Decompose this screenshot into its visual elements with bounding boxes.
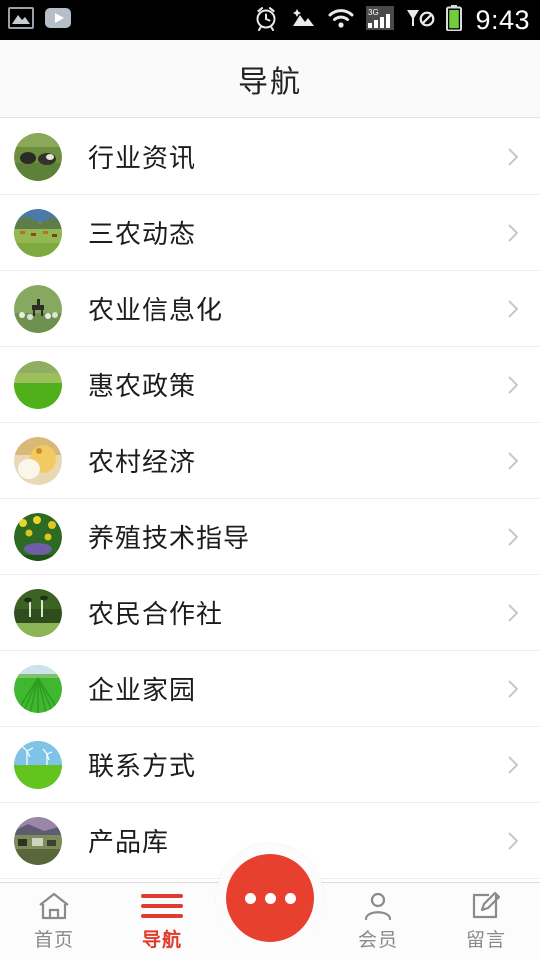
battery-icon	[446, 4, 463, 36]
edit-message-icon	[470, 891, 502, 921]
user-icon	[363, 891, 393, 921]
thumbnail-sprouts-dark	[14, 588, 62, 637]
wifi-icon	[327, 7, 355, 34]
list-item[interactable]: 惠农政策	[0, 347, 540, 423]
chevron-right-icon	[508, 679, 519, 698]
list-item-label: 企业家园	[88, 675, 197, 705]
list-item-label: 行业资讯	[88, 143, 197, 173]
thumbnail-chick-egg	[14, 436, 62, 485]
list-item-label: 农业信息化	[88, 295, 224, 325]
thumbnail-village-dusk	[14, 816, 62, 865]
list-item-label: 三农动态	[88, 219, 197, 249]
svg-text:3G: 3G	[368, 8, 379, 17]
alarm-clock-icon	[253, 5, 279, 36]
list-item-label: 养殖技术指导	[88, 523, 251, 553]
bottom-tab-bar: 首页 导航 会员 留言	[0, 844, 540, 960]
page-title: 导航	[238, 65, 302, 99]
list-item-label: 联系方式	[88, 751, 197, 781]
tab-message[interactable]: 留言	[432, 883, 540, 960]
list-item[interactable]: 企业家园	[0, 651, 540, 727]
thumbnail-flower-field	[14, 512, 62, 561]
tab-home[interactable]: 首页	[0, 883, 108, 960]
home-icon	[37, 891, 71, 921]
chevron-right-icon	[508, 375, 519, 394]
app-root: 3G 9:43 导航 行业资讯 三农动态 农业信息化 惠农政策 农村经济 养殖技…	[0, 0, 540, 960]
list-item[interactable]: 三农动态	[0, 195, 540, 271]
tab-navigation[interactable]: 导航	[108, 883, 216, 960]
list-item-label: 农村经济	[88, 447, 197, 477]
chevron-right-icon	[508, 603, 519, 622]
thumbnail-crop-rows	[14, 664, 62, 713]
tab-message-label: 留言	[465, 930, 506, 951]
thumbnail-cattle-valley	[14, 208, 62, 257]
thumbnail-herder-horse	[14, 284, 62, 333]
status-bar-right: 3G 9:43	[253, 4, 530, 36]
gallery-icon	[8, 6, 34, 34]
menu-bars-icon	[141, 891, 183, 921]
tab-home-label: 首页	[33, 930, 74, 951]
play-video-icon	[44, 7, 72, 34]
signal-3g-icon: 3G	[366, 5, 395, 35]
chevron-right-icon	[508, 527, 519, 546]
status-bar: 3G 9:43	[0, 0, 540, 40]
list-item-label: 农民合作社	[88, 599, 224, 629]
more-dots-icon[interactable]	[226, 854, 314, 942]
page-header: 导航	[0, 40, 540, 118]
navigation-list[interactable]: 行业资讯 三农动态 农业信息化 惠农政策 农村经济 养殖技术指导 农民合作社 企…	[0, 119, 540, 882]
thumbnail-wind-turbines	[14, 740, 62, 789]
list-item[interactable]: 联系方式	[0, 727, 540, 803]
chevron-right-icon	[508, 223, 519, 242]
thumbnail-green-meadow	[14, 360, 62, 409]
no-sim-icon	[405, 6, 435, 35]
list-item[interactable]: 农村经济	[0, 423, 540, 499]
chevron-right-icon	[508, 755, 519, 774]
chevron-right-icon	[508, 147, 519, 166]
list-item[interactable]: 行业资讯	[0, 119, 540, 195]
center-action-button-holder	[216, 844, 324, 952]
status-bar-left	[8, 6, 72, 34]
list-item[interactable]: 农业信息化	[0, 271, 540, 347]
chevron-right-icon	[508, 299, 519, 318]
chevron-right-icon	[508, 831, 519, 850]
tab-navigation-label: 导航	[141, 930, 182, 951]
status-bar-clock: 9:43	[475, 4, 530, 35]
list-item[interactable]: 养殖技术指导	[0, 499, 540, 575]
list-item-label: 惠农政策	[88, 371, 197, 401]
screenshot-icon	[290, 6, 316, 35]
list-item[interactable]: 农民合作社	[0, 575, 540, 651]
chevron-right-icon	[508, 451, 519, 470]
tab-member-label: 会员	[357, 930, 398, 951]
thumbnail-cows-pasture	[14, 132, 62, 181]
tab-member[interactable]: 会员	[324, 883, 432, 960]
